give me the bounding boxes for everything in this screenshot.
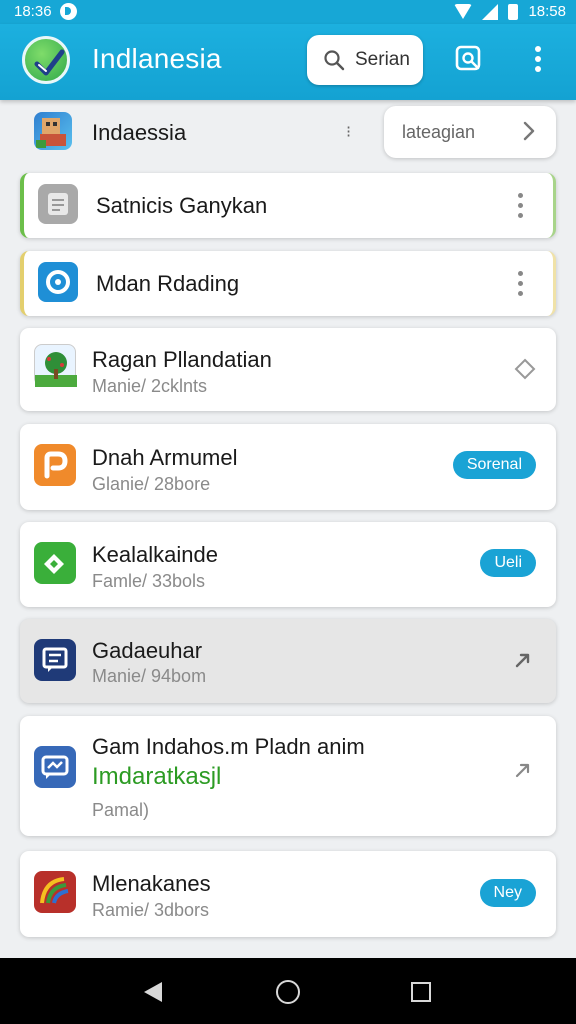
more-options-icon[interactable] <box>529 44 547 74</box>
status-badge[interactable]: Ueli <box>480 549 536 577</box>
item-title-secondary: Imdaratkasjl <box>92 763 222 790</box>
item-title: Gam Indahos.m Pladn anim <box>92 734 365 759</box>
diamond-icon[interactable] <box>512 356 538 382</box>
list-item[interactable]: Dnah Armumel Glanie/ 28bore Sorenal <box>20 424 556 510</box>
app-bar: Indlanesia Serian <box>0 24 576 100</box>
scan-icon[interactable] <box>454 44 484 74</box>
signal-icon <box>482 3 499 20</box>
battery-icon <box>508 3 519 20</box>
status-clock: 18:58 <box>528 3 566 20</box>
search-label: Serian <box>355 49 410 70</box>
item-subtitle: Famle/ 33bols <box>92 571 206 591</box>
item-title: Mlenakanes <box>92 871 211 896</box>
item-subtitle: Manie/ 2cklnts <box>92 376 208 396</box>
item-title: Satnicis Ganykan <box>96 193 268 218</box>
item-subtitle: Manie/ 94bom <box>92 666 207 686</box>
more-options-icon[interactable] <box>517 193 525 219</box>
search-button[interactable]: Serian <box>307 35 423 85</box>
recent-apps-icon[interactable] <box>411 982 431 1002</box>
item-title: Kealalkainde <box>92 542 218 567</box>
puzzle-icon <box>34 542 76 584</box>
system-nav-bar <box>0 958 576 1024</box>
record-icon <box>38 262 78 302</box>
list-item[interactable]: Mlenakanes Ramie/ 3dbors Ney <box>20 851 556 937</box>
item-title: Mdan Rdading <box>96 271 240 296</box>
item-title: Dnah Armumel <box>92 445 238 470</box>
list-header-row[interactable]: Indaessia ⁝ lateagian <box>20 106 556 162</box>
item-title: Ragan Pllandatian <box>92 347 272 372</box>
category-label: lateagian <box>402 121 476 142</box>
top-row-title: Indaessia <box>92 120 187 145</box>
status-badge[interactable]: Ney <box>479 879 536 907</box>
document-icon <box>38 184 78 224</box>
back-icon[interactable] <box>144 982 162 1002</box>
list-item[interactable]: Mdan Rdading <box>20 251 556 316</box>
status-bar: 18:36 18:58 <box>0 0 576 24</box>
list-item[interactable]: Ragan Pllandatian Manie/ 2cklnts <box>20 328 556 411</box>
item-title: Gadaeuhar <box>92 638 203 663</box>
tree-icon <box>34 344 77 387</box>
item-subtitle: Ramie/ 3dbors <box>92 900 210 920</box>
chat-icon <box>34 639 76 681</box>
arrow-forward-icon[interactable] <box>512 757 538 783</box>
list-item[interactable]: Gam Indahos.m Pladn anim Imdaratkasjl Pa… <box>20 716 556 836</box>
gauge-icon <box>34 871 76 913</box>
more-options-icon[interactable] <box>517 271 525 297</box>
arrow-forward-icon[interactable] <box>512 647 538 673</box>
search-icon <box>324 50 345 71</box>
item-subtitle: Glanie/ 28bore <box>92 474 211 494</box>
drag-handle-icon[interactable]: ⁝ <box>346 122 351 142</box>
item-subtitle: Pamal) <box>92 800 150 820</box>
home-icon[interactable] <box>276 980 300 1004</box>
list-item[interactable]: Satnicis Ganykan <box>20 173 556 238</box>
chevron-right-icon <box>523 121 535 141</box>
status-time: 18:36 <box>14 3 52 20</box>
app-title: Indlanesia <box>92 43 222 74</box>
app-logo-icon <box>22 36 70 84</box>
notification-icon <box>59 3 77 20</box>
game-icon <box>34 112 72 150</box>
category-button[interactable]: lateagian <box>384 106 556 158</box>
wifi-icon <box>454 4 473 19</box>
list-item[interactable]: Kealalkainde Famle/ 33bols Ueli <box>20 522 556 607</box>
p-icon <box>34 444 76 486</box>
status-badge[interactable]: Sorenal <box>452 451 536 479</box>
message-icon <box>34 746 76 788</box>
list-item[interactable]: Gadaeuhar Manie/ 94bom <box>20 619 556 703</box>
